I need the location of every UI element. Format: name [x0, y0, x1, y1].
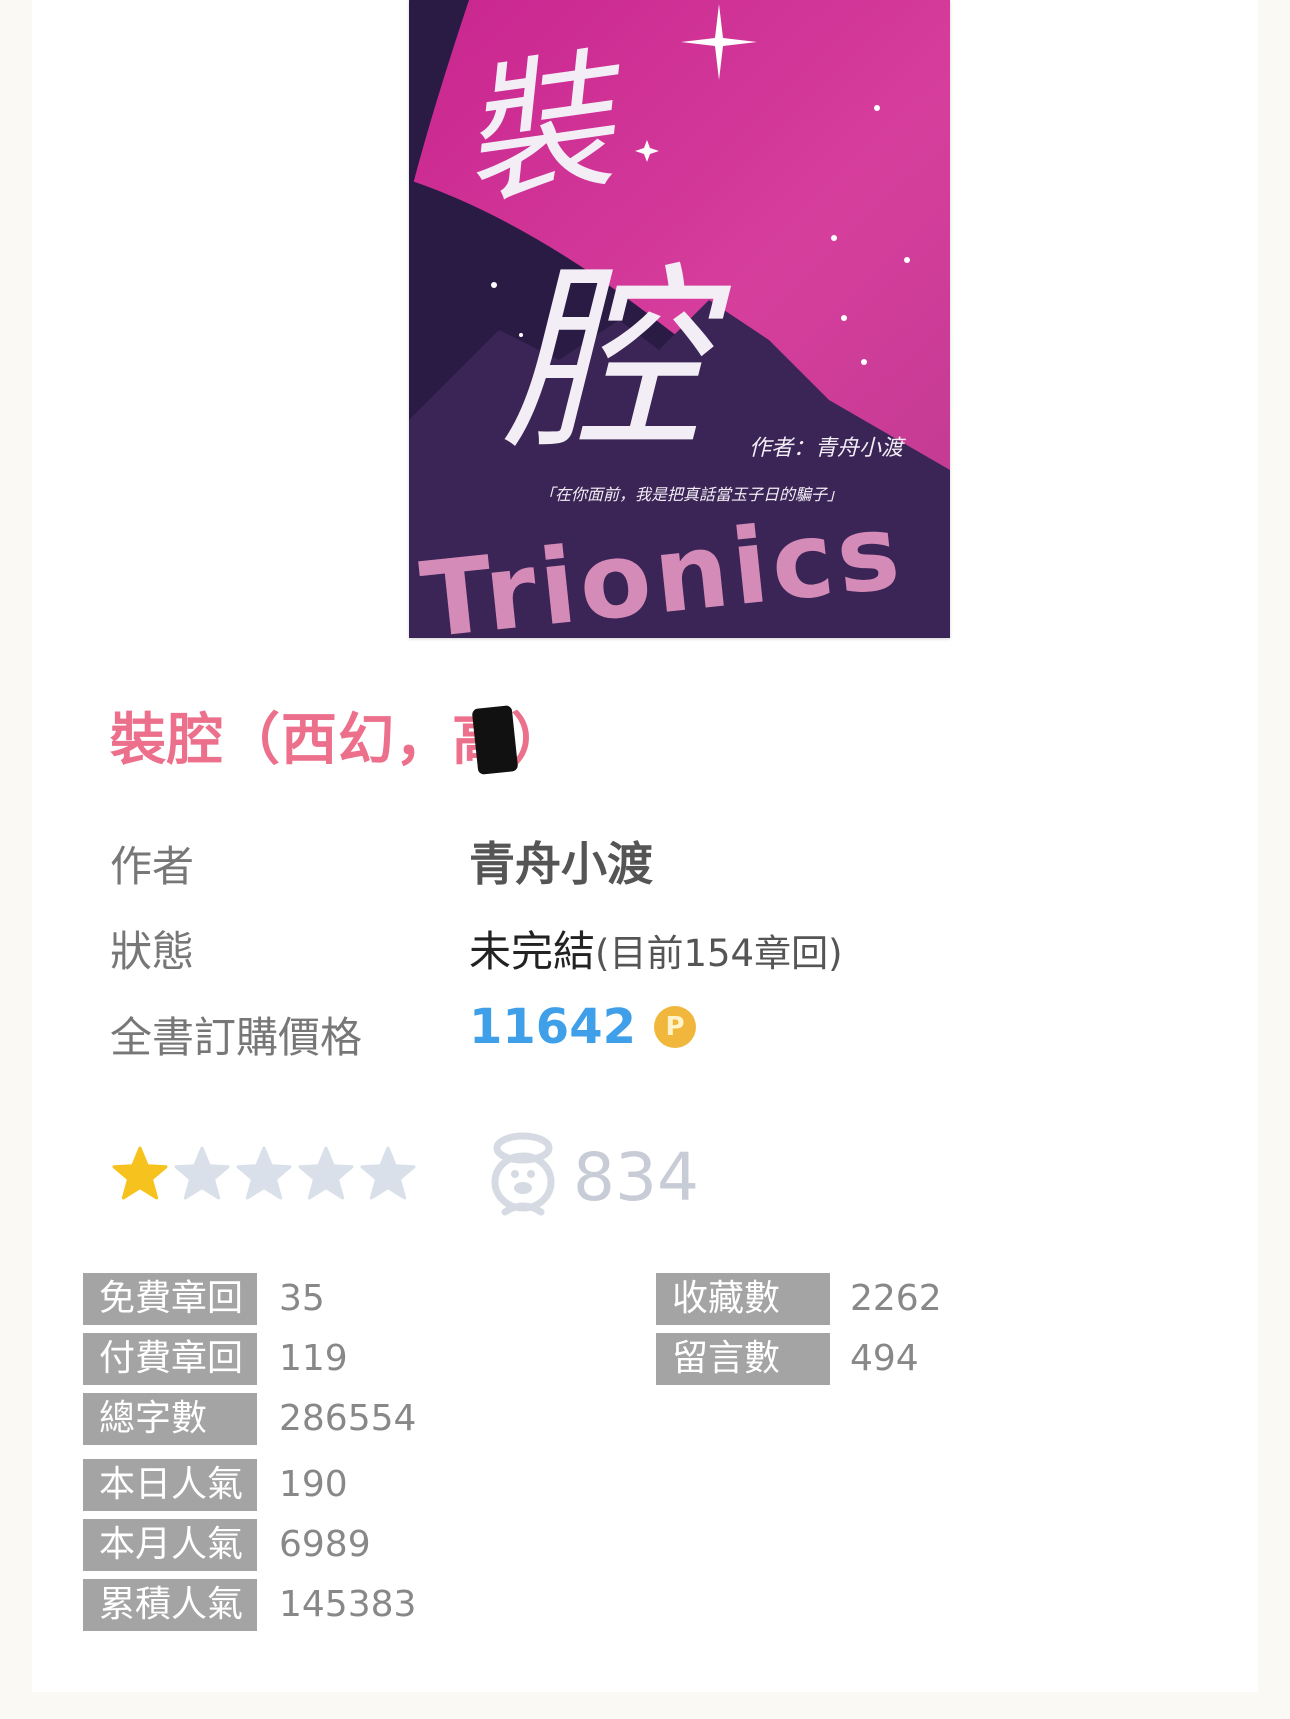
stat-value-paid-chapters: 119 [279, 1338, 348, 1379]
favorite-count: 834 [573, 1138, 699, 1216]
stat-value-bookmarks: 2262 [850, 1278, 942, 1319]
stat-label-free-chapters: 免費章回 [83, 1273, 257, 1325]
book-title: 裝腔（西幻，高） [110, 695, 568, 776]
svg-text:作者：青舟小渡: 作者：青舟小渡 [749, 436, 906, 461]
stat-label-paid-chapters: 付費章回 [83, 1333, 257, 1385]
favorite-button[interactable]: 834 [487, 1130, 699, 1224]
coin-icon: P [654, 1006, 696, 1048]
stat-label-monthly-views: 本月人氣 [83, 1519, 257, 1571]
price-number: 11642 [469, 999, 636, 1055]
star-rating[interactable] [110, 1145, 418, 1201]
author-link[interactable]: 青舟小渡 [469, 828, 653, 894]
stat-value-monthly-views: 6989 [279, 1524, 371, 1565]
bear-icon [487, 1130, 559, 1224]
stat-value-free-chapters: 35 [279, 1278, 325, 1319]
stat-value-total-views: 145383 [279, 1584, 417, 1625]
chapter-count: (目前154章回) [595, 932, 843, 975]
stat-label-total-views: 累積人氣 [83, 1579, 257, 1631]
author-label: 作者 [110, 842, 195, 891]
status-text: 未完結 [469, 927, 596, 976]
star-empty-icon[interactable] [358, 1145, 418, 1201]
book-detail-card: 裝 腔 作者：青舟小渡 「在你面前，我是把真話當玉子日的騙子」 Trionics… [32, 0, 1258, 1692]
price-label: 全書訂購價格 [110, 1013, 363, 1062]
cover-art: 裝 腔 作者：青舟小渡 「在你面前，我是把真話當玉子日的騙子」 Trionics [409, 0, 950, 638]
status-value: 未完結(目前154章回) [469, 918, 843, 979]
star-empty-icon[interactable] [172, 1145, 232, 1201]
star-empty-icon[interactable] [296, 1145, 356, 1201]
stat-label-bookmarks: 收藏數 [656, 1273, 830, 1325]
redaction-mark [471, 705, 519, 775]
book-cover-image[interactable]: 裝 腔 作者：青舟小渡 「在你面前，我是把真話當玉子日的騙子」 Trionics [409, 0, 950, 638]
page: 裝 腔 作者：青舟小渡 「在你面前，我是把真話當玉子日的騙子」 Trionics… [0, 0, 1290, 1719]
stat-value-word-count: 286554 [279, 1398, 417, 1439]
price-value: 11642 P [469, 999, 696, 1055]
stat-value-comments: 494 [850, 1338, 919, 1379]
stat-label-comments: 留言數 [656, 1333, 830, 1385]
star-empty-icon[interactable] [234, 1145, 294, 1201]
stat-label-daily-views: 本日人氣 [83, 1459, 257, 1511]
book-title-close: ） [511, 708, 568, 773]
status-label: 狀態 [110, 927, 195, 976]
book-title-text: 裝腔（西幻，高 [110, 708, 509, 773]
star-filled-icon[interactable] [110, 1145, 170, 1201]
stat-label-word-count: 總字數 [83, 1393, 257, 1445]
stat-value-daily-views: 190 [279, 1464, 348, 1505]
svg-text:腔: 腔 [504, 245, 732, 478]
